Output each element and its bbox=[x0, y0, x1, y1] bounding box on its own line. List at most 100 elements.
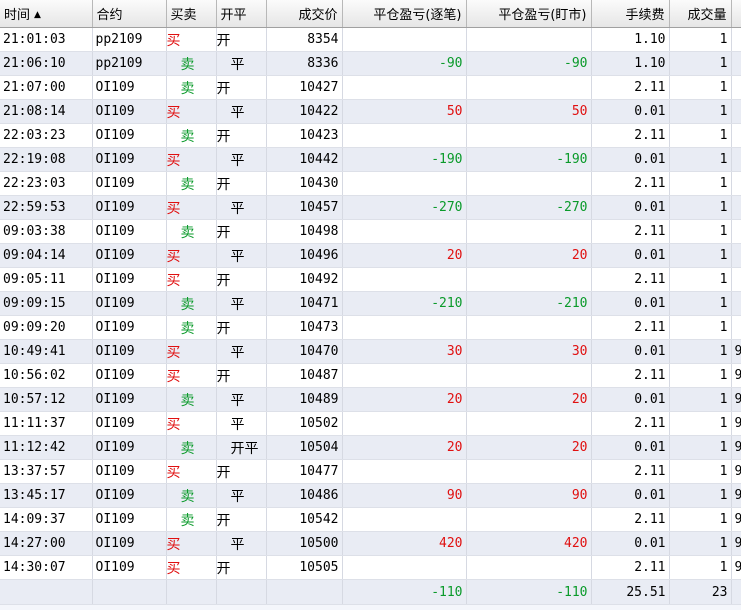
table-row[interactable]: 10:57:12OI109卖平1048920200.0119 bbox=[0, 387, 741, 412]
cell-open-close: 平 bbox=[216, 339, 267, 364]
cell-open-close: 开 bbox=[216, 171, 267, 196]
cell-extra bbox=[731, 219, 741, 244]
cell-open-close: 平 bbox=[216, 243, 267, 268]
cell-contract: OI109 bbox=[92, 123, 167, 148]
cell-volume: 1 bbox=[669, 171, 732, 196]
table-row[interactable]: 14:27:00OI109买平105004204200.0119 bbox=[0, 531, 741, 556]
table-row[interactable]: 14:30:07OI109买开10505 2.1119 bbox=[0, 555, 741, 580]
table-row[interactable]: 09:05:11 OI109 买开 10492 2.11 1 bbox=[0, 267, 741, 292]
cell-price: 10427 bbox=[266, 75, 343, 100]
table-row[interactable]: 09:09:15 OI109 卖平 10471 -210 -210 0.01 1 bbox=[0, 291, 741, 316]
table-row[interactable]: 10:56:02OI109买开10487 2.1119 bbox=[0, 363, 741, 388]
cell-pnl-trade: 30 bbox=[342, 339, 467, 364]
cell-volume: 1 bbox=[669, 507, 732, 532]
cell-open-close: 平 bbox=[216, 411, 267, 436]
cell-contract: OI109 bbox=[92, 243, 167, 268]
cell-price: 10489 bbox=[266, 387, 343, 412]
col-header-side[interactable]: 买卖 bbox=[166, 0, 217, 28]
cell-time: 21:08:14 bbox=[0, 99, 93, 124]
cell-fee: 0.01 bbox=[591, 243, 670, 268]
cell-time: 11:12:42 bbox=[0, 435, 93, 460]
cell-open-close: 开 bbox=[216, 459, 267, 484]
cell-contract: OI109 bbox=[92, 339, 167, 364]
cell-side: 卖 bbox=[166, 75, 217, 100]
table-row[interactable]: 13:45:17OI109卖平1048690900.0119 bbox=[0, 483, 741, 508]
cell-contract: OI109 bbox=[92, 507, 167, 532]
cell-pnl-mtm bbox=[466, 123, 592, 148]
table-row[interactable]: 21:08:14 OI109 买平 10422 50 50 0.01 1 bbox=[0, 99, 741, 124]
table-row[interactable]: 21:01:03 pp2109 买开 8354 1.10 1 bbox=[0, 27, 741, 52]
col-header-fee[interactable]: 手续费 bbox=[591, 0, 670, 28]
table-row[interactable]: 22:23:03 OI109 卖开 10430 2.11 1 bbox=[0, 171, 741, 196]
cell-fee: 0.01 bbox=[591, 483, 670, 508]
cell-time: 09:09:20 bbox=[0, 315, 93, 340]
cell-open-close: 平 bbox=[216, 51, 267, 76]
cell-price: 8354 bbox=[266, 27, 343, 52]
cell-pnl-trade: -90 bbox=[342, 51, 467, 76]
cell-side: 买 bbox=[166, 267, 217, 292]
cell-contract: pp2109 bbox=[92, 51, 167, 76]
table-row[interactable]: 09:09:20 OI109 卖开 10473 2.11 1 bbox=[0, 315, 741, 340]
col-header-pnl-trade[interactable]: 平仓盈亏(逐笔) bbox=[342, 0, 467, 28]
cell-pnl-mtm bbox=[466, 219, 592, 244]
cell-price: 10505 bbox=[266, 555, 343, 580]
col-header-open-close[interactable]: 开平 bbox=[216, 0, 267, 28]
cell-extra: 9 bbox=[731, 435, 741, 460]
table-row[interactable]: 22:19:08 OI109 买平 10442 -190 -190 0.01 1 bbox=[0, 147, 741, 172]
cell-price: 10422 bbox=[266, 99, 343, 124]
table-row[interactable]: 10:49:41OI109买平1047030300.0119 bbox=[0, 339, 741, 364]
cell-pnl-trade: 50 bbox=[342, 99, 467, 124]
col-header-extra[interactable] bbox=[731, 0, 741, 28]
col-header-volume[interactable]: 成交量 bbox=[669, 0, 732, 28]
cell-price: 10470 bbox=[266, 339, 343, 364]
cell-fee: 0.01 bbox=[591, 435, 670, 460]
col-header-pnl-mtm[interactable]: 平仓盈亏(盯市) bbox=[466, 0, 592, 28]
cell-contract: OI109 bbox=[92, 75, 167, 100]
table-row[interactable]: 13:37:57OI109买开10477 2.1119 bbox=[0, 459, 741, 484]
table-row[interactable]: 11:12:42OI109卖开平1050420200.0119 bbox=[0, 435, 741, 460]
table-row[interactable]: 11:11:37OI109买平10502 2.1119 bbox=[0, 411, 741, 436]
cell-volume: 1 bbox=[669, 315, 732, 340]
cell-pnl-mtm: 50 bbox=[466, 99, 592, 124]
table-row[interactable]: 22:03:23 OI109 卖开 10423 2.11 1 bbox=[0, 123, 741, 148]
col-header-contract[interactable]: 合约 bbox=[92, 0, 167, 28]
cell-price: 10423 bbox=[266, 123, 343, 148]
cell-volume: 1 bbox=[669, 147, 732, 172]
cell-open-close: 平 bbox=[216, 387, 267, 412]
cell-pnl-trade bbox=[342, 459, 467, 484]
cell-pnl-trade: 420 bbox=[342, 531, 467, 556]
cell-time: 10:56:02 bbox=[0, 363, 93, 388]
table-row[interactable]: 21:06:10 pp2109 卖平 8336 -90 -90 1.10 1 bbox=[0, 51, 741, 76]
cell-pnl-trade bbox=[342, 555, 467, 580]
cell-contract: OI109 bbox=[92, 411, 167, 436]
table-row[interactable]: 21:07:00 OI109 卖开 10427 2.11 1 bbox=[0, 75, 741, 100]
cell-price: 10504 bbox=[266, 435, 343, 460]
cell-time: 22:59:53 bbox=[0, 195, 93, 220]
cell-contract: OI109 bbox=[92, 555, 167, 580]
cell-open-close: 开 bbox=[216, 219, 267, 244]
cell-time: 21:01:03 bbox=[0, 27, 93, 52]
col-header-price[interactable]: 成交价 bbox=[266, 0, 343, 28]
cell-fee: 0.01 bbox=[591, 147, 670, 172]
cell-time: 10:49:41 bbox=[0, 339, 93, 364]
cell-time: 21:07:00 bbox=[0, 75, 93, 100]
cell-side: 卖 bbox=[166, 291, 217, 316]
cell-volume: 1 bbox=[669, 75, 732, 100]
cell-pnl-trade bbox=[342, 411, 467, 436]
cell-pnl-trade bbox=[342, 27, 467, 52]
table-row[interactable]: 09:04:14 OI109 买平 10496 20 20 0.01 1 bbox=[0, 243, 741, 268]
totals-blank bbox=[92, 579, 167, 605]
cell-pnl-trade: -270 bbox=[342, 195, 467, 220]
table-row[interactable]: 14:09:37OI109卖开10542 2.1119 bbox=[0, 507, 741, 532]
table-row[interactable]: 09:03:38 OI109 卖开 10498 2.11 1 bbox=[0, 219, 741, 244]
cell-pnl-mtm: 20 bbox=[466, 435, 592, 460]
cell-pnl-mtm: 90 bbox=[466, 483, 592, 508]
cell-extra bbox=[731, 171, 741, 196]
cell-side: 卖 bbox=[166, 483, 217, 508]
col-header-time[interactable]: 时间 ▲ bbox=[0, 0, 93, 28]
cell-volume: 1 bbox=[669, 555, 732, 580]
table-row[interactable]: 22:59:53 OI109 买平 10457 -270 -270 0.01 1 bbox=[0, 195, 741, 220]
cell-volume: 1 bbox=[669, 435, 732, 460]
cell-extra bbox=[731, 243, 741, 268]
cell-volume: 1 bbox=[669, 27, 732, 52]
